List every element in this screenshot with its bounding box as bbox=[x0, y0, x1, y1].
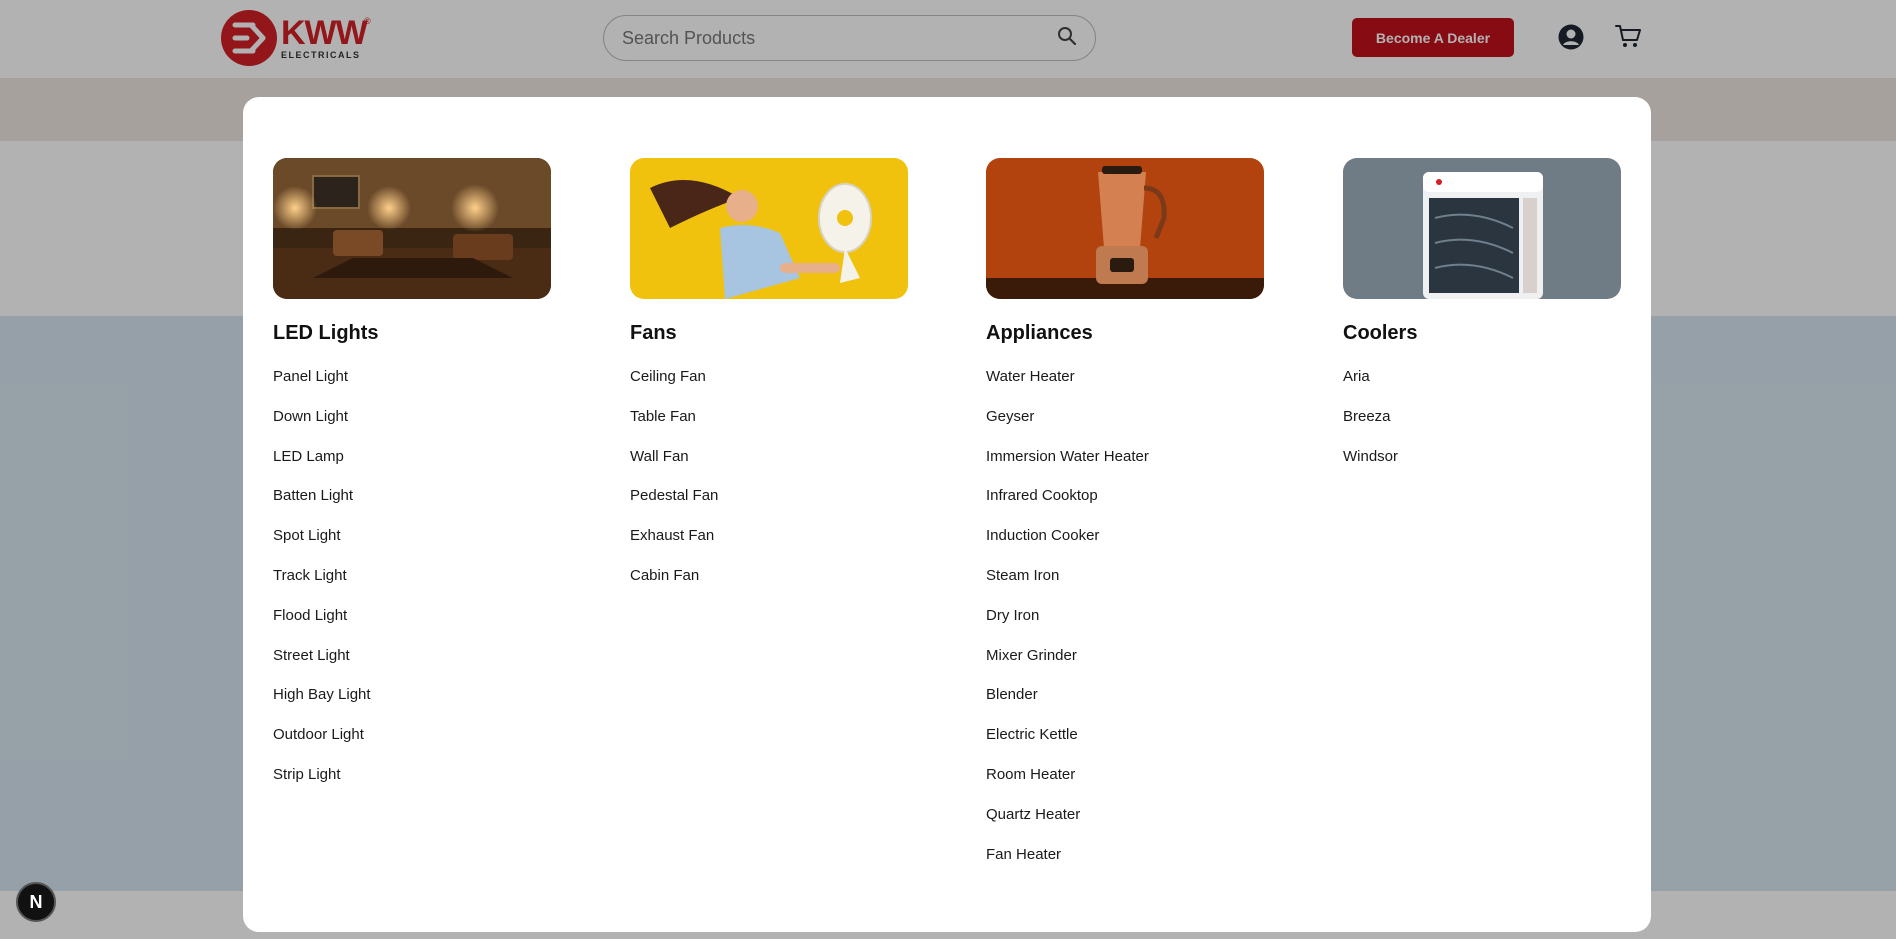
list-item[interactable]: Windsor bbox=[1343, 447, 1621, 487]
list-item[interactable]: Water Heater bbox=[986, 367, 1264, 407]
list-item[interactable]: Exhaust Fan bbox=[630, 526, 908, 566]
menu-column-fans: Fans Ceiling Fan Table Fan Wall Fan Pede… bbox=[630, 158, 908, 606]
list-item[interactable]: Steam Iron bbox=[986, 566, 1264, 606]
list-item[interactable]: Breeza bbox=[1343, 407, 1621, 447]
list-item[interactable]: Mixer Grinder bbox=[986, 646, 1264, 686]
appliances-title[interactable]: Appliances bbox=[986, 321, 1264, 345]
list-item[interactable]: Spot Light bbox=[273, 526, 551, 566]
list-item[interactable]: Fan Heater bbox=[986, 845, 1264, 885]
menu-column-coolers: Coolers Aria Breeza Windsor bbox=[1343, 158, 1621, 486]
list-item[interactable]: Room Heater bbox=[986, 765, 1264, 805]
led-lights-image[interactable] bbox=[273, 158, 551, 299]
list-item[interactable]: Panel Light bbox=[273, 367, 551, 407]
appliances-image[interactable] bbox=[986, 158, 1264, 299]
led-lights-list: Panel Light Down Light LED Lamp Batten L… bbox=[273, 367, 551, 805]
menu-column-appliances: Appliances Water Heater Geyser Immersion… bbox=[986, 158, 1264, 884]
fans-image[interactable] bbox=[630, 158, 908, 299]
list-item[interactable]: Induction Cooker bbox=[986, 526, 1264, 566]
list-item[interactable]: Infrared Cooktop bbox=[986, 486, 1264, 526]
list-item[interactable]: Ceiling Fan bbox=[630, 367, 908, 407]
list-item[interactable]: Outdoor Light bbox=[273, 725, 551, 765]
list-item[interactable]: Wall Fan bbox=[630, 447, 908, 487]
coolers-image[interactable] bbox=[1343, 158, 1621, 299]
list-item[interactable]: Geyser bbox=[986, 407, 1264, 447]
list-item[interactable]: Pedestal Fan bbox=[630, 486, 908, 526]
mega-menu: LED Lights Panel Light Down Light LED La… bbox=[243, 97, 1651, 932]
list-item[interactable]: Blender bbox=[986, 685, 1264, 725]
list-item[interactable]: Track Light bbox=[273, 566, 551, 606]
list-item[interactable]: Immersion Water Heater bbox=[986, 447, 1264, 487]
appliances-list: Water Heater Geyser Immersion Water Heat… bbox=[986, 367, 1264, 884]
list-item[interactable]: Electric Kettle bbox=[986, 725, 1264, 765]
list-item[interactable]: Aria bbox=[1343, 367, 1621, 407]
list-item[interactable]: Table Fan bbox=[630, 407, 908, 447]
list-item[interactable]: Flood Light bbox=[273, 606, 551, 646]
fans-title[interactable]: Fans bbox=[630, 321, 908, 345]
list-item[interactable]: Street Light bbox=[273, 646, 551, 686]
list-item[interactable]: Dry Iron bbox=[986, 606, 1264, 646]
list-item[interactable]: Strip Light bbox=[273, 765, 551, 805]
list-item[interactable]: Quartz Heater bbox=[986, 805, 1264, 845]
coolers-list: Aria Breeza Windsor bbox=[1343, 367, 1621, 486]
coolers-title[interactable]: Coolers bbox=[1343, 321, 1621, 345]
dev-badge[interactable]: N bbox=[16, 882, 56, 922]
fans-list: Ceiling Fan Table Fan Wall Fan Pedestal … bbox=[630, 367, 908, 606]
menu-column-led-lights: LED Lights Panel Light Down Light LED La… bbox=[273, 158, 551, 805]
list-item[interactable]: High Bay Light bbox=[273, 685, 551, 725]
list-item[interactable]: LED Lamp bbox=[273, 447, 551, 487]
list-item[interactable]: Down Light bbox=[273, 407, 551, 447]
list-item[interactable]: Batten Light bbox=[273, 486, 551, 526]
list-item[interactable]: Cabin Fan bbox=[630, 566, 908, 606]
led-lights-title[interactable]: LED Lights bbox=[273, 321, 551, 345]
